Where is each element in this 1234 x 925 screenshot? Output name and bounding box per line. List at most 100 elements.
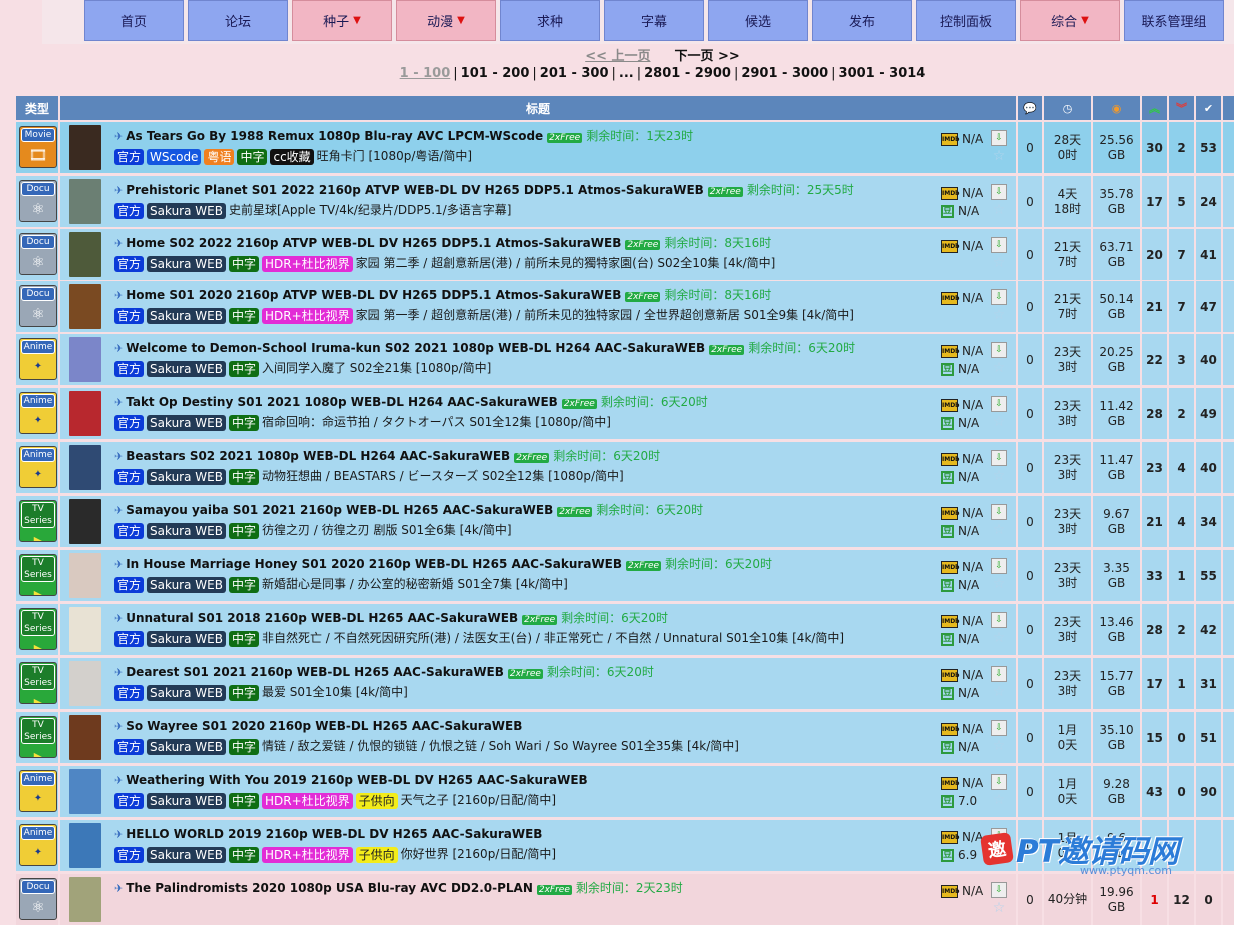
- page-link[interactable]: 201 - 300: [540, 66, 609, 81]
- poster-thumbnail[interactable]: [69, 823, 101, 868]
- comments-value[interactable]: 0: [1026, 195, 1034, 209]
- category-badge[interactable]: Docu ⚛: [19, 233, 57, 275]
- seeders-value[interactable]: 43: [1146, 785, 1163, 799]
- seeders-value[interactable]: 21: [1146, 515, 1163, 529]
- torrent-title-link[interactable]: Home S02 2022 2160p ATVP WEB-DL DV H265 …: [126, 236, 621, 250]
- torrent-title-link[interactable]: Takt Op Destiny S01 2021 1080p WEB-DL H2…: [126, 395, 558, 409]
- leechers-value[interactable]: 12: [1173, 893, 1190, 907]
- category-badge[interactable]: TV Series ▶: [19, 716, 57, 758]
- completed-value[interactable]: 47: [1200, 300, 1217, 314]
- bookmark-star-icon[interactable]: ☆: [989, 901, 1009, 915]
- poster-thumbnail[interactable]: [69, 125, 101, 170]
- comments-value[interactable]: 0: [1026, 300, 1034, 314]
- category-badge[interactable]: TV Series ▶: [19, 554, 57, 596]
- table-row[interactable]: Anime ✦ ✈ Welcome to Demon-School Iruma-kun…: [16, 334, 1234, 385]
- torrent-title-link[interactable]: So Wayree S01 2020 2160p WEB-DL H265 AAC…: [126, 719, 522, 733]
- bookmark-star-icon[interactable]: ☆: [989, 631, 1009, 645]
- poster-thumbnail[interactable]: [69, 179, 101, 224]
- leechers-value[interactable]: 4: [1177, 515, 1185, 529]
- completed-value[interactable]: 40: [1200, 461, 1217, 475]
- poster-thumbnail[interactable]: [69, 284, 101, 329]
- download-icon[interactable]: ⇩: [991, 882, 1007, 898]
- category-badge[interactable]: Movie 🎞: [19, 126, 57, 168]
- time-column-header[interactable]: ◷: [1044, 96, 1091, 120]
- completed-value[interactable]: 49: [1200, 407, 1217, 421]
- seeders-value[interactable]: 21: [1146, 300, 1163, 314]
- poster-thumbnail[interactable]: [69, 499, 101, 544]
- table-row[interactable]: TV Series ▶ ✈ In House Marriage Honey S01 2…: [16, 550, 1234, 601]
- completed-value[interactable]: 55: [1200, 569, 1217, 583]
- torrent-title-link[interactable]: Dearest S01 2021 2160p WEB-DL H265 AAC-S…: [126, 665, 504, 679]
- torrent-title-link[interactable]: Beastars S02 2021 1080p WEB-DL H264 AAC-…: [126, 449, 510, 463]
- imdb-rating[interactable]: IMDb N/A: [941, 237, 987, 255]
- torrent-title-link[interactable]: Weathering With You 2019 2160p WEB-DL DV…: [126, 773, 587, 787]
- download-icon[interactable]: ⇩: [991, 237, 1007, 253]
- bookmark-star-icon[interactable]: ☆: [989, 577, 1009, 591]
- category-badge[interactable]: TV Series ▶: [19, 608, 57, 650]
- seeders-value[interactable]: 30: [1146, 141, 1163, 155]
- imdb-rating[interactable]: IMDb N/A: [941, 130, 987, 148]
- comments-value[interactable]: 0: [1026, 248, 1034, 262]
- poster-thumbnail[interactable]: [69, 232, 101, 277]
- nav-item-7[interactable]: 发布: [812, 0, 912, 41]
- leechers-value[interactable]: 7: [1177, 248, 1185, 262]
- poster-thumbnail[interactable]: [69, 769, 101, 814]
- completed-value[interactable]: 42: [1200, 623, 1217, 637]
- completed-value[interactable]: 34: [1200, 515, 1217, 529]
- bookmark-star-icon[interactable]: ☆: [989, 523, 1009, 537]
- seeders-value[interactable]: 20: [1146, 248, 1163, 262]
- table-row[interactable]: Docu ⚛ ✈ The Palindromists 2020 1080p USA B…: [16, 874, 1234, 925]
- imdb-rating[interactable]: IMDb N/A: [941, 612, 987, 630]
- category-badge[interactable]: Docu ⚛: [19, 285, 57, 327]
- nav-item-2[interactable]: 种子 ▼: [292, 0, 392, 41]
- bookmark-star-icon[interactable]: ☆: [989, 361, 1009, 375]
- imdb-rating[interactable]: IMDb N/A: [941, 720, 987, 738]
- nav-item-9[interactable]: 综合 ▼: [1020, 0, 1120, 41]
- comments-value[interactable]: 0: [1026, 731, 1034, 745]
- download-icon[interactable]: ⇩: [991, 342, 1007, 358]
- leechers-value[interactable]: 3: [1177, 353, 1185, 367]
- download-icon[interactable]: ⇩: [991, 504, 1007, 520]
- col-type-header[interactable]: 类型: [16, 96, 58, 120]
- comments-value[interactable]: 0: [1026, 893, 1034, 907]
- poster-thumbnail[interactable]: [69, 445, 101, 490]
- download-icon[interactable]: ⇩: [991, 396, 1007, 412]
- completed-value[interactable]: 24: [1200, 195, 1217, 209]
- leechers-value[interactable]: 2: [1177, 141, 1185, 155]
- nav-item-10[interactable]: 联系管理组: [1124, 0, 1224, 41]
- comments-value[interactable]: 0: [1026, 623, 1034, 637]
- imdb-rating[interactable]: IMDb N/A: [941, 342, 987, 360]
- download-icon[interactable]: ⇩: [991, 130, 1007, 146]
- torrent-title-link[interactable]: HELLO WORLD 2019 2160p WEB-DL DV H265 AA…: [126, 827, 542, 841]
- table-row[interactable]: Anime ✦ ✈ Weathering With You 2019 2160p WE…: [16, 766, 1234, 817]
- download-icon[interactable]: ⇩: [991, 774, 1007, 790]
- completed-value[interactable]: 40: [1200, 353, 1217, 367]
- seeders-value[interactable]: 23: [1146, 461, 1163, 475]
- torrent-title-link[interactable]: Prehistoric Planet S01 2022 2160p ATVP W…: [126, 183, 704, 197]
- seeders-value[interactable]: 15: [1146, 731, 1163, 745]
- seeders-value[interactable]: 17: [1146, 677, 1163, 691]
- seeders-value[interactable]: 22: [1146, 353, 1163, 367]
- poster-thumbnail[interactable]: [69, 337, 101, 382]
- table-row[interactable]: Anime ✦ ✈ Beastars S02 2021 1080p WEB-DL H2…: [16, 442, 1234, 493]
- seeders-value[interactable]: 28: [1146, 407, 1163, 421]
- imdb-rating[interactable]: IMDb N/A: [941, 774, 987, 792]
- category-badge[interactable]: Anime ✦: [19, 824, 57, 866]
- torrent-title-link[interactable]: The Palindromists 2020 1080p USA Blu-ray…: [126, 881, 533, 895]
- douban-rating[interactable]: 豆 N/A: [941, 576, 987, 594]
- page-link[interactable]: 2901 - 3000: [741, 66, 828, 81]
- completed-column-header[interactable]: ✔: [1196, 96, 1221, 120]
- nav-item-1[interactable]: 论坛: [188, 0, 288, 41]
- completed-value[interactable]: 51: [1200, 731, 1217, 745]
- poster-thumbnail[interactable]: [69, 877, 101, 922]
- category-badge[interactable]: TV Series ▶: [19, 662, 57, 704]
- bookmark-star-icon[interactable]: ☆: [989, 739, 1009, 753]
- table-row[interactable]: Movie 🎞 ✈ As Tears Go By 1988 Remux 1080p B…: [16, 122, 1234, 173]
- imdb-rating[interactable]: IMDb N/A: [941, 504, 987, 522]
- bookmark-star-icon[interactable]: ☆: [989, 256, 1009, 270]
- leechers-value[interactable]: 5: [1177, 195, 1185, 209]
- comments-value[interactable]: 0: [1026, 569, 1034, 583]
- table-row[interactable]: TV Series ▶ ✈ So Wayree S01 2020 2160p WEB-…: [16, 712, 1234, 763]
- size-column-header[interactable]: ◉: [1093, 96, 1140, 120]
- seeders-value[interactable]: 33: [1146, 569, 1163, 583]
